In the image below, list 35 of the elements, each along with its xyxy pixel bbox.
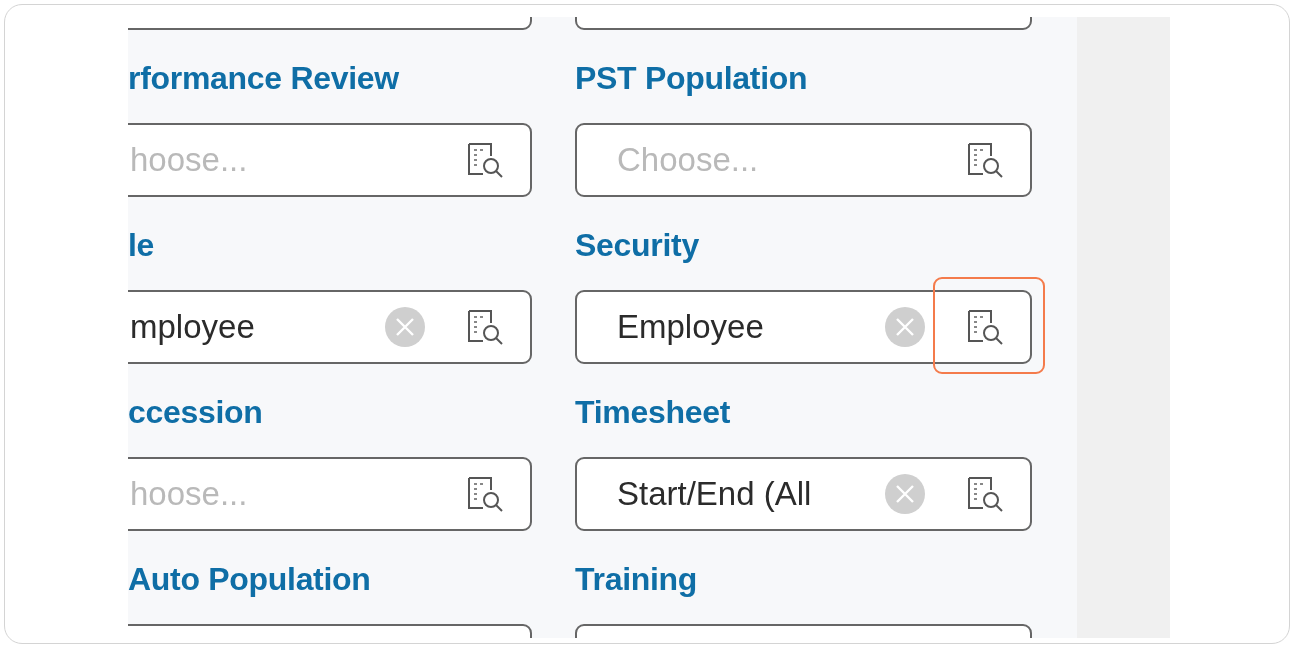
text-input[interactable]: Employee bbox=[617, 308, 885, 346]
lookup-button[interactable] bbox=[967, 142, 1005, 178]
lookup-field[interactable]: Start/End (All bbox=[575, 457, 1032, 531]
lookup-field[interactable]: Choose... bbox=[575, 123, 1032, 197]
close-icon bbox=[894, 483, 916, 505]
lookup-button[interactable] bbox=[967, 309, 1005, 345]
close-icon bbox=[394, 316, 416, 338]
field-label: le bbox=[128, 226, 155, 265]
text-input[interactable]: Start/End (All bbox=[617, 475, 885, 513]
lookup-field[interactable]: mployee bbox=[128, 290, 532, 364]
lookup-icon bbox=[967, 309, 1005, 345]
lookup-button[interactable] bbox=[467, 309, 505, 345]
text-input[interactable]: hoose... bbox=[130, 475, 467, 513]
field-label: Timesheet bbox=[575, 393, 730, 432]
lookup-icon bbox=[467, 476, 505, 512]
text-input[interactable]: mployee bbox=[130, 308, 385, 346]
lookup-button[interactable] bbox=[467, 142, 505, 178]
field-label: ccession bbox=[128, 393, 263, 432]
lookup-icon bbox=[967, 142, 1005, 178]
lookup-field[interactable]: hoose... bbox=[128, 457, 532, 531]
field-label: Auto Population bbox=[128, 560, 371, 599]
text-input[interactable]: Choose... bbox=[617, 141, 967, 179]
field-label: rformance Review bbox=[128, 59, 399, 98]
field-label: PST Population bbox=[575, 59, 808, 98]
lookup-icon bbox=[967, 476, 1005, 512]
lookup-button[interactable] bbox=[967, 476, 1005, 512]
close-icon bbox=[894, 316, 916, 338]
field-label: Security bbox=[575, 226, 699, 265]
lookup-field[interactable]: hoose... bbox=[128, 123, 532, 197]
lookup-field[interactable]: Employee bbox=[575, 290, 1032, 364]
lookup-button[interactable] bbox=[467, 476, 505, 512]
lookup-icon bbox=[467, 309, 505, 345]
lookup-icon bbox=[467, 142, 505, 178]
field-label: Training bbox=[575, 560, 698, 599]
text-input[interactable]: hoose... bbox=[130, 141, 467, 179]
